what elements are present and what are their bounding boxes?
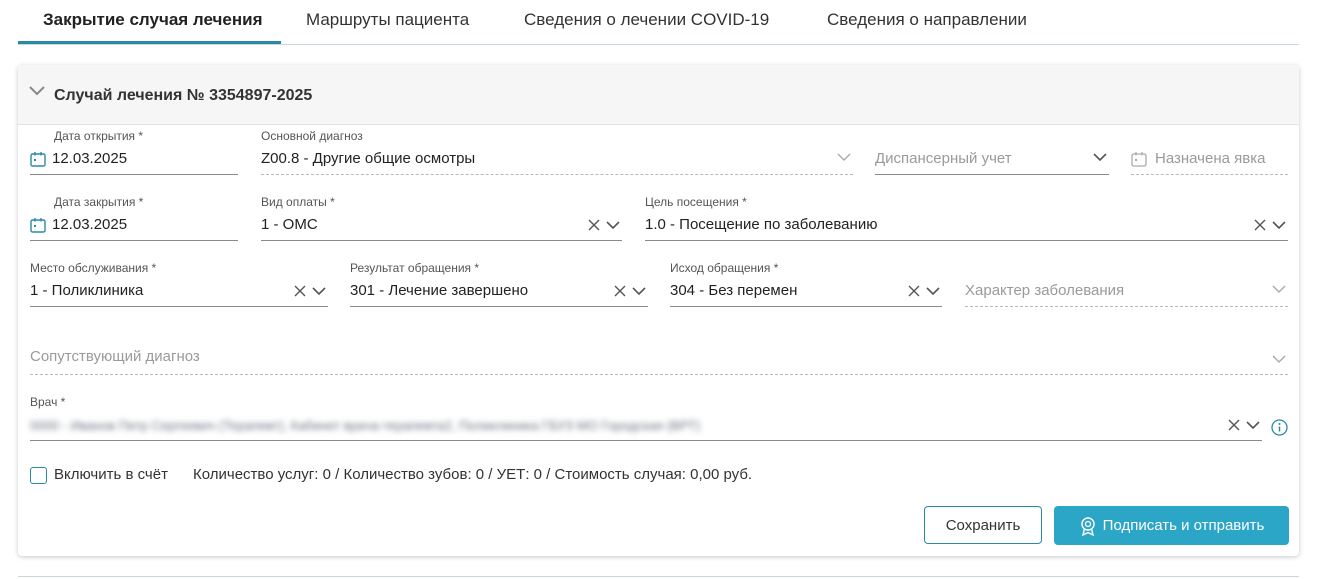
chevron-down-icon[interactable] (1272, 220, 1286, 230)
info-icon[interactable] (1271, 419, 1288, 436)
appointment-field[interactable]: Назначена явка (1131, 129, 1288, 175)
chevron-down-icon[interactable] (1272, 355, 1286, 364)
clear-icon[interactable] (908, 285, 920, 297)
clear-icon[interactable] (1228, 419, 1240, 431)
certificate-icon (1080, 516, 1095, 536)
sign-and-send-label: Подписать и отправить (1102, 517, 1265, 534)
chevron-down-icon[interactable] (632, 286, 646, 296)
divider (18, 576, 1299, 577)
main-diagnosis-value: Z00.8 - Другие общие осмотры (261, 150, 476, 167)
field-underline (261, 240, 622, 241)
tab-close-case[interactable]: Закрытие случая лечения (43, 10, 263, 30)
chevron-down-icon[interactable] (837, 153, 851, 162)
close-date-value: 12.03.2025 (52, 216, 128, 233)
chevron-down-icon[interactable] (926, 286, 940, 296)
case-summary: Количество услуг: 0 / Количество зубов: … (193, 466, 753, 483)
visit-goal-value: 1.0 - Посещение по заболеванию (645, 216, 878, 233)
payment-type-value: 1 - ОМС (261, 216, 318, 233)
chevron-down-icon[interactable] (28, 85, 46, 97)
active-tab-indicator (18, 41, 281, 44)
result-select[interactable]: Результат обращения * 301 - Лечение заве… (350, 261, 648, 307)
main-diagnosis-field[interactable]: Основной диагноз Z00.8 - Другие общие ос… (261, 129, 853, 175)
calendar-icon[interactable] (30, 151, 46, 167)
chevron-down-icon[interactable] (1246, 420, 1260, 430)
service-place-label: Место обслуживания * (30, 261, 157, 275)
case-card-header[interactable]: Случай лечения № 3354897-2025 (18, 65, 1299, 125)
concomitant-diagnosis-select[interactable]: Сопутствующий диагноз (30, 327, 1288, 375)
disease-character-placeholder: Характер заболевания (965, 282, 1125, 299)
doctor-label: Врач * (30, 395, 66, 409)
outcome-select[interactable]: Исход обращения * 304 - Без перемен (670, 261, 942, 307)
main-diagnosis-label: Основной диагноз (261, 129, 363, 143)
result-label: Результат обращения * (350, 261, 480, 275)
case-card: Случай лечения № 3354897-2025 Дата откры… (18, 65, 1299, 556)
service-place-select[interactable]: Место обслуживания * 1 - Поликлиника (30, 261, 328, 307)
include-in-bill-label[interactable]: Включить в счёт (54, 466, 168, 483)
chevron-down-icon[interactable] (1093, 153, 1107, 162)
field-underline (30, 374, 1288, 375)
open-date-value: 12.03.2025 (52, 150, 128, 167)
result-value: 301 - Лечение завершено (350, 282, 529, 299)
tab-referral-info[interactable]: Сведения о направлении (827, 10, 1027, 30)
field-underline (645, 240, 1288, 241)
case-title: Случай лечения № 3354897-2025 (54, 87, 313, 104)
chevron-down-icon[interactable] (606, 220, 620, 230)
appointment-placeholder: Назначена явка (1155, 150, 1266, 167)
visit-goal-label: Цель посещения * (645, 195, 747, 209)
field-underline (965, 306, 1288, 307)
service-place-value: 1 - Поликлиника (30, 282, 144, 299)
calendar-icon[interactable] (30, 217, 46, 233)
sign-and-send-button[interactable]: Подписать и отправить (1054, 506, 1289, 545)
clear-icon[interactable] (614, 285, 626, 297)
field-underline (875, 174, 1109, 175)
payment-type-select[interactable]: Вид оплаты * 1 - ОМС (261, 195, 622, 241)
visit-goal-select[interactable]: Цель посещения * 1.0 - Посещение по забо… (645, 195, 1288, 241)
open-date-label: Дата открытия * (54, 129, 144, 143)
open-date-field[interactable]: Дата открытия * 12.03.2025 (30, 129, 238, 175)
clear-icon[interactable] (294, 285, 306, 297)
disease-character-select[interactable]: Характер заболевания (965, 261, 1288, 307)
payment-type-label: Вид оплаты * (261, 195, 335, 209)
close-date-label: Дата закрытия * (54, 195, 144, 209)
outcome-label: Исход обращения * (670, 261, 779, 275)
field-underline (261, 174, 853, 175)
field-underline (1131, 174, 1288, 175)
tab-covid-treatment[interactable]: Сведения о лечении COVID-19 (524, 10, 769, 30)
field-underline (30, 306, 328, 307)
chevron-down-icon[interactable] (312, 286, 326, 296)
doctor-value: 0000 - Иванов Петр Сергеевич (Терапевт),… (30, 418, 701, 433)
close-date-field[interactable]: Дата закрытия * 12.03.2025 (30, 195, 238, 241)
field-underline (670, 306, 942, 307)
doctor-select[interactable]: Врач * 0000 - Иванов Петр Сергеевич (Тер… (30, 395, 1262, 441)
include-in-bill-checkbox[interactable] (30, 467, 47, 484)
field-underline (350, 306, 648, 307)
concomitant-diagnosis-placeholder: Сопутствующий диагноз (30, 348, 200, 365)
dispensary-select[interactable]: Диспансерный учет (875, 129, 1109, 175)
field-underline (30, 440, 1262, 441)
clear-icon[interactable] (1254, 219, 1266, 231)
tab-patient-routes[interactable]: Маршруты пациента (306, 10, 469, 30)
outcome-value: 304 - Без перемен (670, 282, 798, 299)
chevron-down-icon[interactable] (1272, 285, 1286, 294)
field-underline (30, 174, 238, 175)
field-underline (30, 240, 238, 241)
dispensary-placeholder: Диспансерный учет (875, 150, 1012, 167)
clear-icon[interactable] (588, 219, 600, 231)
calendar-icon[interactable] (1131, 151, 1147, 167)
tab-bar: Закрытие случая лечения Маршруты пациент… (18, 0, 1299, 45)
save-button[interactable]: Сохранить (924, 506, 1042, 544)
